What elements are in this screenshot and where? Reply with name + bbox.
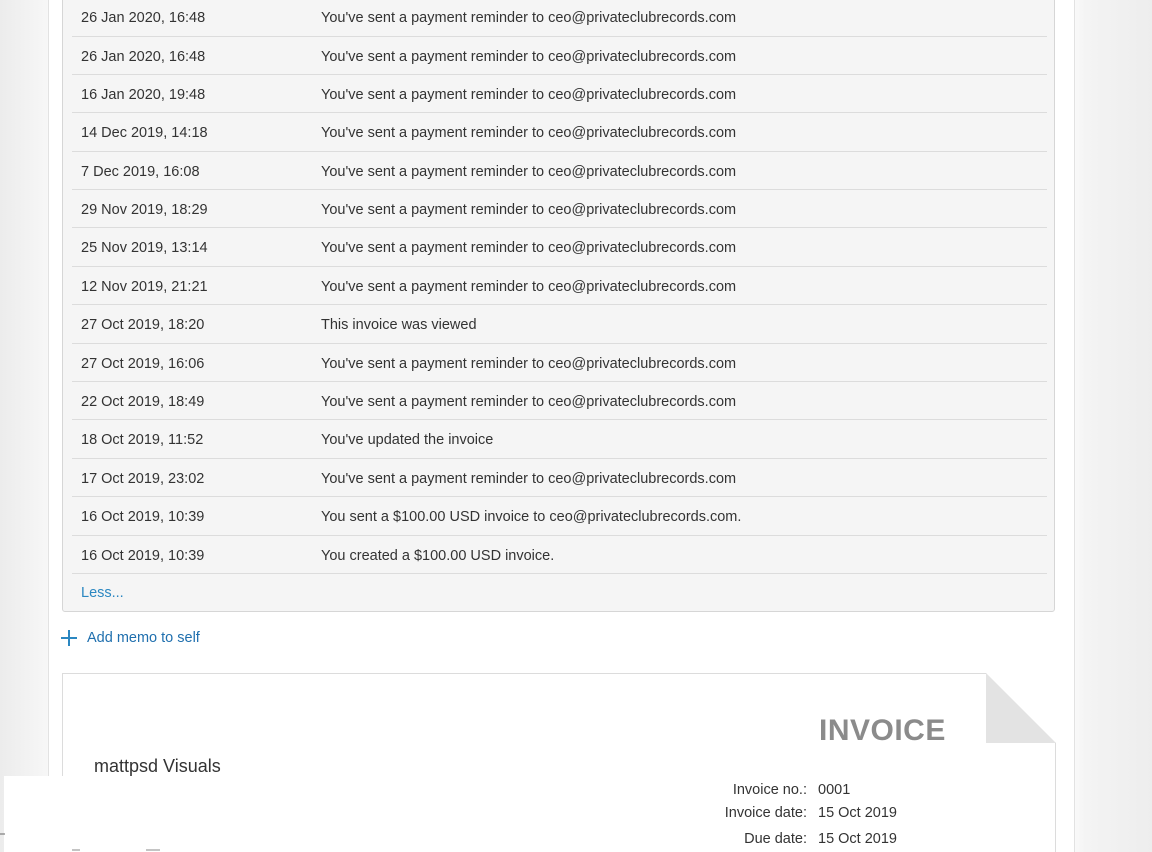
- history-date: 27 Oct 2019, 16:06: [81, 355, 205, 372]
- history-description: You created a $100.00 USD invoice.: [321, 547, 555, 564]
- history-row: 16 Oct 2019, 10:39 You created a $100.00 …: [72, 536, 1047, 574]
- history-date: 26 Jan 2020, 16:48: [81, 10, 206, 26]
- history-description: You've sent a payment reminder to ceo@pr…: [321, 240, 737, 257]
- invoice-date-value: 15 Oct 2019: [818, 805, 897, 821]
- invoice-date-label: Invoice date:: [724, 805, 807, 821]
- history-date: 7 Dec 2019, 16:08: [81, 163, 200, 180]
- history-row: 29 Nov 2019, 18:29 You've sent a payment …: [72, 190, 1047, 229]
- history-description: You've sent a payment reminder to ceo@pr…: [321, 202, 737, 219]
- add-memo-label: Add memo to self: [87, 630, 200, 646]
- history-description: You've updated the invoice: [321, 432, 494, 449]
- history-date: 17 Oct 2019, 23:02: [81, 470, 205, 487]
- history-row: 26 Jan 2020, 16:48 You've sent a payment …: [72, 37, 1047, 75]
- history-description: This invoice was viewed: [321, 317, 477, 334]
- history-date: 26 Jan 2020, 16:48: [81, 48, 206, 65]
- history-date: 12 Nov 2019, 21:21: [81, 278, 208, 295]
- history-description: You've sent a payment reminder to ceo@pr…: [321, 163, 737, 180]
- invoice-date-row: Invoice date: 15 Oct 2019: [63, 805, 1057, 823]
- history-row: 18 Oct 2019, 11:52 You've updated the inv…: [72, 420, 1047, 459]
- history-date: 25 Nov 2019, 13:14: [81, 240, 208, 257]
- invoice-number-row: Invoice no.: 0001: [63, 782, 1057, 800]
- add-memo-link[interactable]: Add memo to self: [61, 630, 200, 646]
- history-date: 27 Oct 2019, 18:20: [81, 317, 205, 334]
- due-date-label: Due date:: [744, 831, 807, 847]
- history-row: 22 Oct 2019, 18:49 You've sent a payment …: [72, 382, 1047, 421]
- plus-icon: [61, 630, 77, 646]
- invoice-title: INVOICE: [819, 714, 946, 747]
- invoice-number-value: 0001: [818, 782, 851, 798]
- history-description: You've sent a payment reminder to ceo@pr…: [321, 48, 737, 65]
- history-row: 26 Jan 2020, 16:48 You've sent a payment …: [72, 0, 1047, 37]
- history-description: You sent a $100.00 USD invoice to ceo@pr…: [321, 509, 742, 526]
- history-description: You've sent a payment reminder to ceo@pr…: [321, 278, 737, 295]
- history-date: 18 Oct 2019, 11:52: [81, 432, 204, 449]
- history-date: 16 Oct 2019, 10:39: [81, 547, 205, 564]
- history-row: 16 Oct 2019, 10:39 You sent a $100.00 USD…: [72, 497, 1047, 536]
- company-name: mattpsd Visuals: [94, 756, 221, 776]
- history-date: 29 Nov 2019, 18:29: [81, 202, 208, 219]
- history-description: You've sent a payment reminder to ceo@pr…: [321, 10, 737, 26]
- history-row: 27 Oct 2019, 16:06 You've sent a payment …: [72, 344, 1047, 383]
- history-description: You've sent a payment reminder to ceo@pr…: [321, 355, 737, 372]
- history-description: You've sent a payment reminder to ceo@pr…: [321, 125, 737, 142]
- stray-marks: [0, 833, 160, 851]
- history-row: 16 Jan 2020, 19:48 You've sent a payment …: [72, 75, 1047, 114]
- due-date-value: 15 Oct 2019: [818, 831, 897, 847]
- history-row: 17 Oct 2019, 23:02 You've sent a payment …: [72, 459, 1047, 498]
- due-date-row: Due date: 15 Oct 2019: [63, 831, 1057, 849]
- history-row: 25 Nov 2019, 13:14 You've sent a payment …: [72, 228, 1047, 267]
- history-description: You've sent a payment reminder to ceo@pr…: [321, 394, 737, 411]
- history-row: 12 Nov 2019, 21:21 You've sent a payment …: [72, 267, 1047, 306]
- history-description: You've sent a payment reminder to ceo@pr…: [321, 470, 737, 487]
- history-row: 27 Oct 2019, 18:20 This invoice was viewe…: [72, 305, 1047, 344]
- history-date: 22 Oct 2019, 18:49: [81, 394, 205, 411]
- invoice-number-label: Invoice no.:: [732, 782, 807, 798]
- history-row: 14 Dec 2019, 14:18 You've sent a payment …: [72, 113, 1047, 152]
- history-description: You've sent a payment reminder to ceo@pr…: [321, 86, 737, 103]
- less-link[interactable]: Less...: [81, 585, 124, 601]
- history-row: 7 Dec 2019, 16:08 You've sent a payment r…: [72, 152, 1047, 191]
- history-date: 14 Dec 2019, 14:18: [81, 125, 208, 142]
- history-list: 26 Jan 2020, 16:48 You've sent a payment …: [72, 0, 1047, 574]
- history-date: 16 Oct 2019, 10:39: [81, 509, 205, 526]
- history-date: 16 Jan 2020, 19:48: [81, 86, 206, 103]
- page-corner-fold: [986, 673, 1056, 743]
- invoice-history-panel: 26 Jan 2020, 16:48 You've sent a payment …: [62, 0, 1055, 612]
- invoice-document: INVOICE mattpsd Visuals Invoice no.: 000…: [62, 673, 1056, 852]
